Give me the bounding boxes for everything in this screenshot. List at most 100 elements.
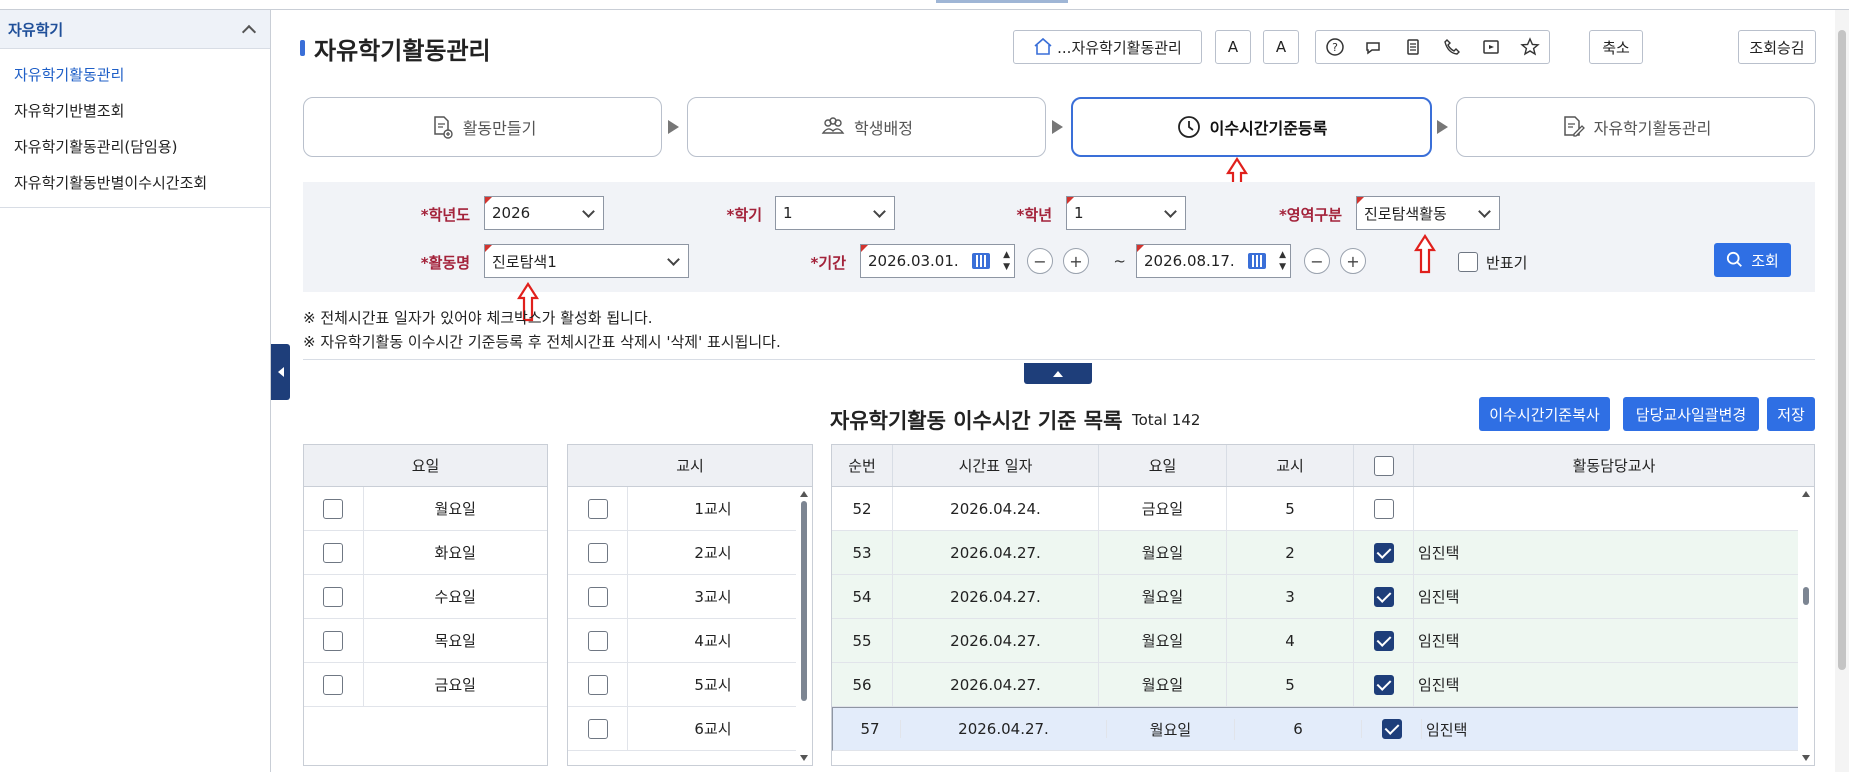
calendar-icon[interactable] [1248,253,1266,269]
table-row[interactable]: 56 2026.04.27. 월요일 5 임진택 [832,663,1814,707]
step-assign-students[interactable]: 학생배정 [687,97,1046,157]
hours-grid-scrollbar[interactable] [1798,487,1814,765]
approve-button[interactable]: 조회승김 [1738,30,1816,64]
help-icon[interactable]: ? [1325,37,1345,57]
step-activity-manage[interactable]: 자유학기활동관리 [1456,97,1815,157]
row-checkbox[interactable] [1373,542,1394,563]
row-checkbox[interactable] [1373,630,1394,651]
row-teacher[interactable] [1414,487,1798,530]
day-row[interactable]: 목요일 [304,619,547,663]
font-size-button-2[interactable]: A [1263,30,1299,64]
row-teacher[interactable]: 임진택 [1414,619,1798,662]
panel-toggle-button[interactable] [1024,363,1092,384]
day-row[interactable]: 금요일 [304,663,547,707]
period-row[interactable]: 4교시 [568,619,812,663]
date-spinner[interactable]: ▲ ▼ [1279,249,1286,273]
table-row[interactable]: 54 2026.04.27. 월요일 3 임진택 [832,575,1814,619]
page-title: 자유학기활동관리 [314,36,491,65]
day-checkbox[interactable] [323,542,344,563]
sidebar-item-activity-manage[interactable]: 자유학기활동관리 [0,57,270,93]
table-row[interactable]: 52 2026.04.24. 금요일 5 [832,487,1814,531]
table-row[interactable]: 55 2026.04.27. 월요일 4 임진택 [832,619,1814,663]
period-row[interactable]: 6교시 [568,707,812,751]
home-breadcrumb-button[interactable]: ...자유학기활동관리 [1013,30,1202,64]
chevron-up-icon[interactable] [241,24,257,39]
day-row[interactable]: 화요일 [304,531,547,575]
day-name: 목요일 [434,632,476,650]
phone-icon[interactable] [1442,37,1462,57]
period-name: 6교시 [694,720,732,738]
period-checkbox[interactable] [587,498,608,519]
row-teacher[interactable]: 임진택 [1422,719,1806,740]
page-scroll-thumb[interactable] [1838,30,1846,670]
copy-hours-button[interactable]: 이수시간기준복사 [1479,397,1610,431]
date-spinner[interactable]: ▲ ▼ [1003,249,1010,273]
step-hours-standard[interactable]: 이수시간기준등록 [1071,97,1432,157]
activity-select[interactable]: 진로탐색1 [484,244,689,278]
period-row[interactable]: 2교시 [568,531,812,575]
scroll-down-icon[interactable] [800,755,808,761]
day-checkbox[interactable] [323,586,344,607]
start-date-plus-button[interactable]: + [1063,248,1089,274]
bulk-teacher-change-button[interactable]: 담당교사일괄변경 [1623,397,1759,431]
font-size-button-1[interactable]: A [1215,30,1251,64]
area-select[interactable]: 진로탐색활동 [1356,196,1500,230]
period-grid-scrollbar[interactable] [796,487,812,765]
sidebar-collapse-button[interactable] [271,344,290,400]
chat-icon[interactable] [1364,37,1384,57]
row-teacher[interactable]: 임진택 [1414,575,1798,618]
day-row[interactable]: 월요일 [304,487,547,531]
period-row[interactable]: 1교시 [568,487,812,531]
hours-grid-header: 순번 시간표 일자 요일 교시 활동담당교사 [832,445,1814,487]
row-checkbox[interactable] [1373,674,1394,695]
period-checkbox[interactable] [587,586,608,607]
row-teacher[interactable]: 임진택 [1414,663,1798,706]
half-checkbox[interactable] [1458,252,1478,272]
period-checkbox[interactable] [587,674,608,695]
day-checkbox[interactable] [323,630,344,651]
scroll-down-icon[interactable] [1802,755,1810,761]
scroll-up-icon[interactable] [800,491,808,497]
period-checkbox[interactable] [587,630,608,651]
step-create-activity[interactable]: 활동만들기 [303,97,662,157]
end-date-minus-button[interactable]: − [1304,248,1330,274]
period-checkbox[interactable] [587,718,608,739]
sidebar-item-class-view[interactable]: 자유학기반별조회 [0,93,270,129]
shrink-button[interactable]: 축소 [1589,30,1643,64]
year-select[interactable]: 2026 [484,196,604,230]
sidebar-item-homeroom-manage[interactable]: 자유학기활동관리(담임용) [0,129,270,165]
day-row[interactable]: 수요일 [304,575,547,619]
table-row[interactable]: 57 2026.04.27. 월요일 6 임진택 [832,707,1807,751]
row-checkbox[interactable] [1373,498,1394,519]
row-no: 54 [832,575,893,618]
end-date-plus-button[interactable]: + [1340,248,1366,274]
memo-icon[interactable] [1403,37,1423,57]
table-row[interactable]: 53 2026.04.27. 월요일 2 임진택 [832,531,1814,575]
search-button[interactable]: 조회 [1714,243,1791,277]
period-checkbox[interactable] [587,542,608,563]
end-date-input[interactable]: 2026.08.17. ▲ ▼ [1136,244,1291,278]
calendar-icon[interactable] [972,253,990,269]
row-checkbox[interactable] [1381,719,1402,739]
scroll-up-icon[interactable] [1802,491,1810,497]
scroll-thumb[interactable] [801,501,807,701]
row-checkbox[interactable] [1373,586,1394,607]
sidebar-item-hours-view[interactable]: 자유학기활동반별이수시간조회 [0,165,270,201]
select-all-checkbox[interactable] [1373,455,1394,476]
scroll-thumb[interactable] [1803,587,1809,605]
sidebar-header[interactable]: 자유학기 [0,10,270,49]
area-value: 진로탐색활동 [1364,204,1447,223]
save-button[interactable]: 저장 [1767,397,1815,431]
page-scrollbar[interactable] [1835,10,1849,772]
period-row[interactable]: 5교시 [568,663,812,707]
semester-select[interactable]: 1 [775,196,895,230]
day-checkbox[interactable] [323,498,344,519]
star-icon[interactable] [1519,37,1540,57]
start-date-minus-button[interactable]: − [1027,248,1053,274]
period-row[interactable]: 3교시 [568,575,812,619]
grade-select[interactable]: 1 [1066,196,1186,230]
video-icon[interactable] [1481,37,1501,57]
start-date-input[interactable]: 2026.03.01. ▲ ▼ [860,244,1015,278]
row-teacher[interactable]: 임진택 [1414,531,1798,574]
day-checkbox[interactable] [323,674,344,695]
